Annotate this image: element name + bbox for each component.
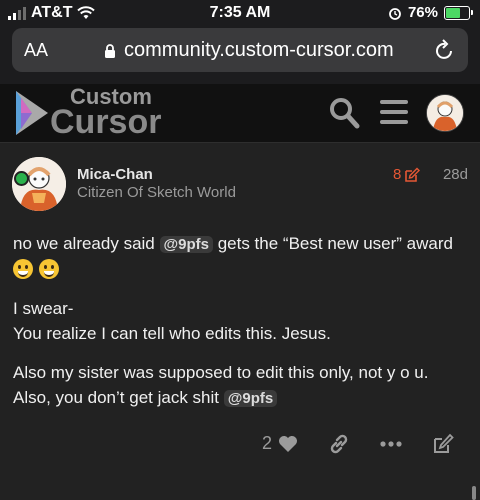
alarm-icon	[389, 7, 401, 20]
site-logo[interactable]: Custom Cursor	[50, 86, 162, 141]
logo-line2: Cursor	[50, 103, 162, 141]
status-bar: AT&T 7:35 AM 76%	[0, 0, 480, 26]
like-count: 2	[262, 433, 273, 453]
post-actions: 2	[0, 433, 480, 463]
post-body: no we already said @9pfs gets the “Best …	[13, 231, 468, 425]
edit-count: 8	[393, 166, 402, 183]
winking-emoji-icon	[39, 259, 59, 279]
hamburger-menu-icon[interactable]	[380, 98, 408, 126]
text-size-button[interactable]: AA	[24, 40, 48, 61]
lock-icon	[105, 43, 115, 58]
grinning-emoji-icon	[13, 259, 33, 279]
more-icon[interactable]	[380, 441, 402, 447]
mention-link[interactable]: @9pfs	[159, 236, 213, 253]
reload-icon[interactable]	[434, 38, 456, 62]
online-status-dot	[14, 171, 29, 186]
url-text: community.custom-cursor.com	[124, 39, 394, 61]
like-button[interactable]: 2	[262, 433, 298, 454]
edit-icon[interactable]	[432, 433, 454, 455]
paragraph-2: I swear- You realize I can tell who edit…	[13, 299, 331, 343]
author-title: Citizen Of Sketch World	[77, 184, 236, 201]
status-right: 76%	[388, 4, 473, 21]
link-icon[interactable]	[328, 433, 350, 455]
pencil-icon	[405, 167, 421, 182]
search-icon[interactable]	[328, 96, 360, 130]
logo-cursor-icon[interactable]	[12, 89, 52, 137]
address-bar[interactable]: AA community.custom-cursor.com	[12, 28, 468, 72]
battery-icon	[444, 5, 473, 20]
edit-history-button[interactable]: 8	[393, 166, 421, 183]
author-username[interactable]: Mica-Chan	[77, 166, 153, 183]
scrollbar[interactable]	[472, 486, 476, 500]
paragraph-1: no we already said @9pfs gets the “Best …	[13, 231, 468, 282]
site-header: Custom Cursor	[0, 84, 480, 143]
current-user-avatar[interactable]	[426, 94, 464, 132]
browser-toolbar: AA community.custom-cursor.com	[0, 26, 480, 84]
url-display[interactable]: community.custom-cursor.com	[104, 39, 394, 62]
heart-icon	[279, 435, 298, 452]
mention-link[interactable]: @9pfs	[223, 390, 278, 407]
battery-percent: 76%	[407, 4, 438, 21]
post: Mica-Chan Citizen Of Sketch World 8 28d …	[0, 143, 480, 500]
post-age[interactable]: 28d	[443, 166, 468, 183]
paragraph-3: Also my sister was supposed to edit this…	[13, 363, 429, 407]
